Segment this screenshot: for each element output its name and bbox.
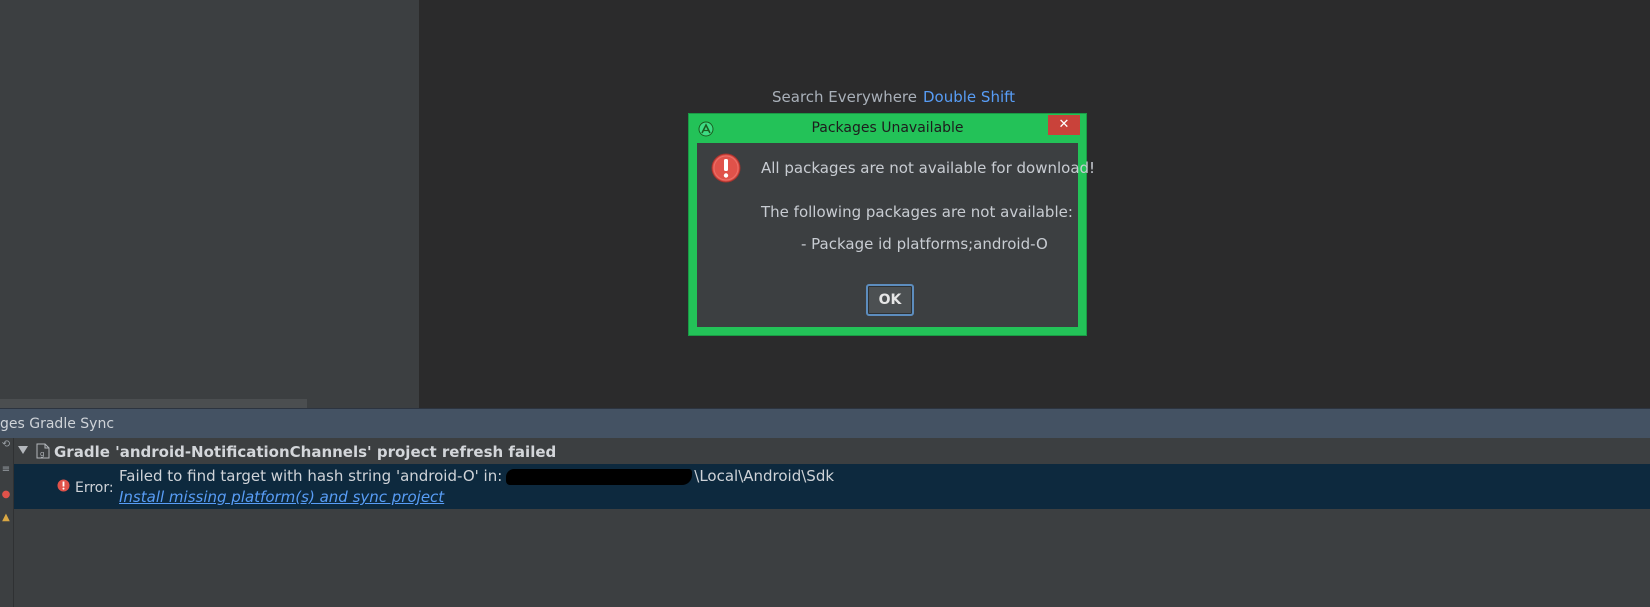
error-icon [57,479,70,492]
stop-icon[interactable]: ● [0,490,12,500]
tree-row-error[interactable]: Error: Failed to find target with hash s… [14,464,1650,509]
collapse-icon[interactable]: ≡ [0,465,12,475]
toolwindow-title: ges Gradle Sync [0,416,115,432]
ok-button[interactable]: OK [866,284,914,316]
toolwindow-side-toolbar: ⟲ ≡ ● ▲ [0,438,14,607]
error-label: Error: [75,480,114,496]
chevron-down-icon[interactable] [18,445,28,455]
packages-unavailable-dialog: Packages Unavailable ✕ All packages are … [688,113,1095,336]
close-button[interactable]: ✕ [1048,115,1080,135]
hint-shortcut: Double Shift [923,88,1016,106]
redacted-path [506,468,693,485]
tree-row-project-refresh[interactable]: g Gradle 'android-NotificationChannels' … [14,441,1650,463]
dialog-body: All packages are not available for downl… [697,143,1095,327]
restart-icon[interactable]: ⟲ [0,440,12,450]
gradle-file-icon: g [36,443,50,459]
error-message: Failed to find target with hash string '… [119,467,834,485]
unavailable-package-line: - Package id platforms;android-O [801,235,1048,253]
svg-text:g: g [40,450,44,458]
warning-filter-icon[interactable]: ▲ [0,513,12,523]
dialog-titlebar[interactable]: Packages Unavailable ✕ [689,114,1086,143]
project-refresh-failed-label: Gradle 'android-NotificationChannels' pr… [54,443,557,461]
project-panel[interactable] [0,0,419,408]
dialog-main-message: All packages are not available for downl… [761,159,1096,177]
hint-label: Search Everywhere [772,88,917,106]
dialog-title: Packages Unavailable [811,120,964,136]
dialog-sub-message: The following packages are not available… [761,203,1073,221]
search-everywhere-hint: Search Everywhere Double Shift [772,88,1015,110]
error-message-end: \Local\Android\Sdk [694,467,835,485]
ide-window: Search Everywhere Double Shift Packages U… [0,0,1650,607]
project-panel-scrollbar[interactable] [0,399,307,408]
error-icon [711,153,741,183]
error-message-start: Failed to find target with hash string '… [119,467,503,485]
gradle-sync-toolwindow-header[interactable]: ges Gradle Sync [0,408,1650,438]
install-missing-platform-link[interactable]: Install missing platform(s) and sync pro… [119,488,444,506]
